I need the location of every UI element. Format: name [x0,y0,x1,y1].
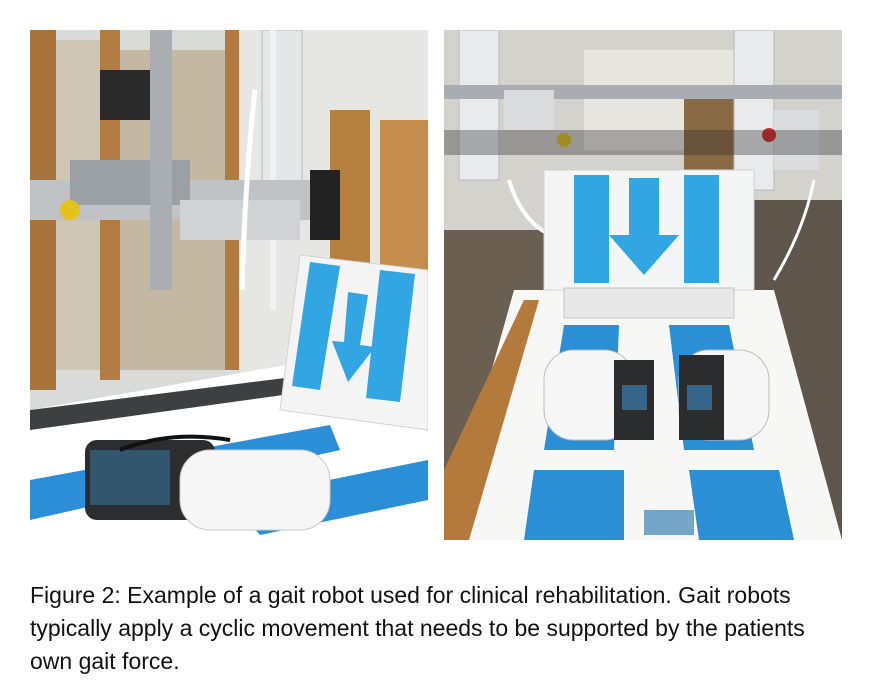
photo-gait-robot-front-view [444,30,842,540]
figure-caption: Figure 2: Example of a gait robot used f… [30,582,805,674]
photo-gait-robot-side-view [30,30,428,540]
